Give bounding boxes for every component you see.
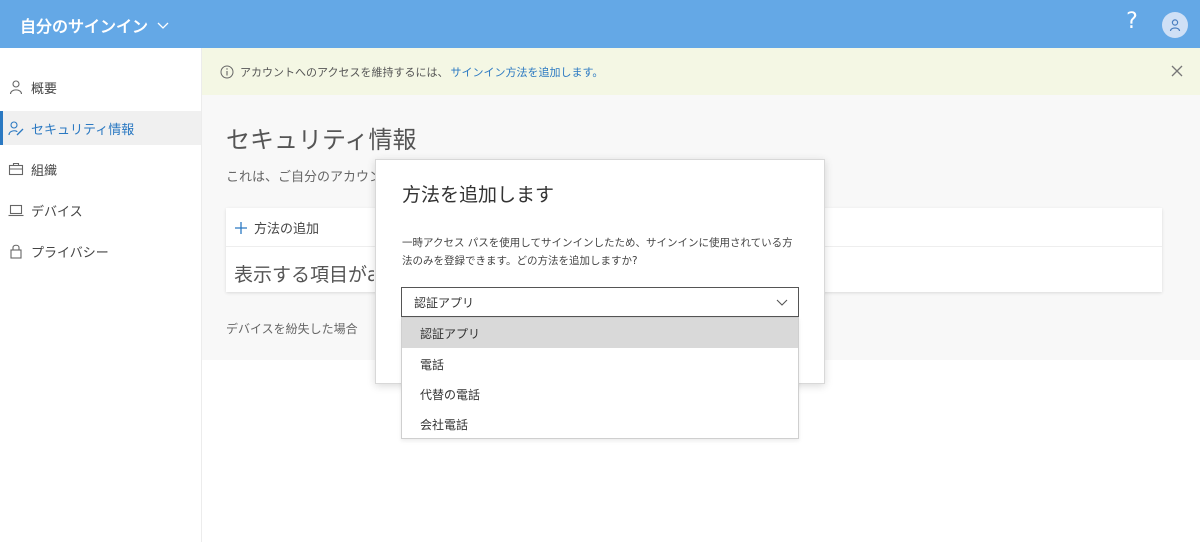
person-edit-icon xyxy=(8,121,24,136)
dialog-body: 一時アクセス パスを使用してサインインしたため、サインインに使用されている方法の… xyxy=(402,237,793,267)
user-icon xyxy=(1169,19,1181,32)
sidebar-item-label: セキュリティ情報 xyxy=(31,122,135,138)
help-button[interactable]: ? xyxy=(1120,9,1144,37)
info-icon xyxy=(220,65,234,78)
plus-icon xyxy=(235,221,247,234)
chevron-down-icon xyxy=(157,22,169,29)
page-description: これは、ご自分のアカウン xyxy=(226,170,383,185)
app-title: 自分のサインイン xyxy=(20,17,149,36)
select-value: 認証アプリ xyxy=(414,295,475,310)
lock-icon xyxy=(10,244,22,259)
add-method-label: 方法の追加 xyxy=(254,222,320,237)
chevron-down-icon xyxy=(776,299,788,306)
close-icon[interactable] xyxy=(1168,62,1186,80)
sidebar-item-label: プライバシー xyxy=(31,245,109,261)
option-phone[interactable]: 電話 xyxy=(402,349,798,379)
empty-state-text: 表示する項目がa xyxy=(234,264,374,286)
notice-banner: アカウントへのアクセスを維持するには、 サインイン方法を追加します。 xyxy=(202,48,1200,95)
add-signin-method-link[interactable]: サインイン方法を追加します。 xyxy=(450,64,603,80)
method-dropdown-list: 認証アプリ 電話 代替の電話 会社電話 xyxy=(401,317,799,439)
method-select[interactable]: 認証アプリ xyxy=(401,287,799,317)
option-authenticator-app[interactable]: 認証アプリ xyxy=(402,318,798,348)
sidebar-item-security-info[interactable]: セキュリティ情報 xyxy=(0,111,201,145)
sidebar-item-label: 組織 xyxy=(31,163,58,179)
sidebar-item-organization[interactable]: 組織 xyxy=(0,152,201,186)
dialog-title: 方法を追加します xyxy=(402,184,555,206)
sidebar-item-devices[interactable]: デバイス xyxy=(0,193,201,227)
person-icon xyxy=(9,80,23,95)
sidebar-item-label: デバイス xyxy=(31,204,83,220)
lost-device-text: デバイスを紛失した場合 xyxy=(226,322,358,336)
page-title: セキュリティ情報 xyxy=(226,126,417,154)
avatar[interactable] xyxy=(1162,12,1188,38)
briefcase-icon xyxy=(8,162,24,176)
sidebar: 概要 セキュリティ情報 組織 デバイス プライバシー xyxy=(0,48,202,542)
top-bar: 自分のサインイン ? xyxy=(0,0,1200,48)
app-title-menu[interactable]: 自分のサインイン xyxy=(20,13,170,37)
sidebar-item-overview[interactable]: 概要 xyxy=(0,70,201,104)
sidebar-item-label: 概要 xyxy=(31,81,58,97)
sidebar-item-privacy[interactable]: プライバシー xyxy=(0,234,201,268)
option-office-phone[interactable]: 会社電話 xyxy=(402,409,798,439)
option-alternate-phone[interactable]: 代替の電話 xyxy=(402,379,798,409)
notice-text: アカウントへのアクセスを維持するには、 xyxy=(240,65,449,79)
laptop-icon xyxy=(8,204,24,217)
add-method-button[interactable]: 方法の追加 xyxy=(234,218,319,237)
